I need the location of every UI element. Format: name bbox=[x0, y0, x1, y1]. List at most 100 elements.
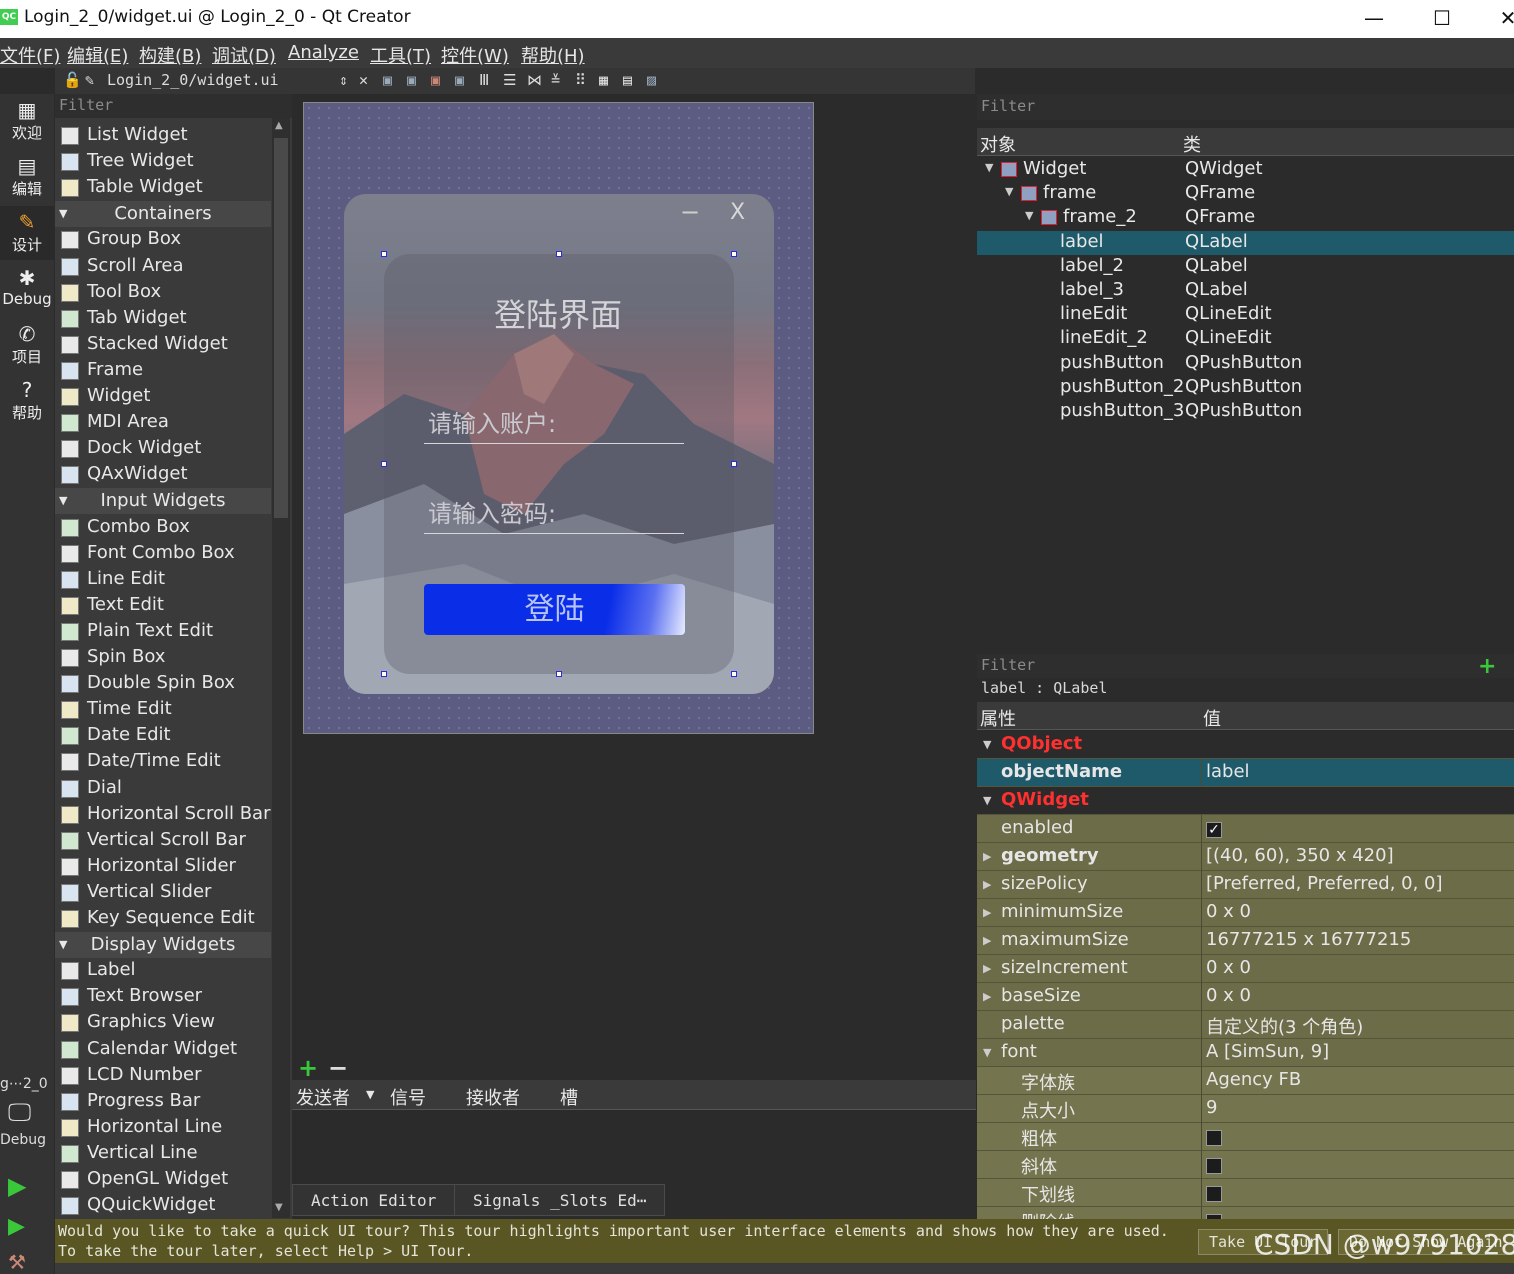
edit-buddies-icon[interactable]: ▣ bbox=[431, 71, 440, 89]
close-document-icon[interactable]: ✕ bbox=[359, 71, 368, 89]
account-line-edit[interactable]: 请输入账户: bbox=[424, 404, 684, 444]
combo-arrows-icon[interactable]: ⇕ bbox=[339, 71, 348, 89]
edit-signals-icon[interactable]: ▣ bbox=[407, 71, 416, 89]
widget-item[interactable]: Horizontal Line bbox=[55, 1115, 271, 1141]
collapse-arrow-icon[interactable]: ▼ bbox=[59, 488, 67, 513]
layout-horizontal-icon[interactable]: Ⅲ bbox=[479, 71, 489, 89]
add-connection-icon[interactable]: + bbox=[298, 1054, 318, 1082]
selection-handle[interactable] bbox=[381, 461, 387, 467]
widget-item[interactable]: Text Browser bbox=[55, 984, 271, 1010]
property-group[interactable]: ▼ QWidget bbox=[977, 787, 1514, 815]
menu-analyze[interactable]: Analyze bbox=[288, 42, 359, 63]
property-value[interactable]: A [SimSun, 9] bbox=[1201, 1039, 1514, 1067]
widget-item[interactable]: Widget bbox=[55, 384, 271, 410]
widget-item[interactable]: Vertical Scroll Bar bbox=[55, 828, 271, 854]
expand-arrow-icon[interactable]: ▶ bbox=[983, 934, 991, 947]
checkbox-icon[interactable] bbox=[1206, 1185, 1222, 1202]
widget-filter-input[interactable]: Filter bbox=[55, 94, 292, 118]
widget-item[interactable]: Graphics View bbox=[55, 1010, 271, 1036]
widget-item[interactable]: Vertical Line bbox=[55, 1141, 271, 1167]
object-filter-input[interactable]: Filter bbox=[977, 94, 1514, 120]
property-row[interactable]: ▶ maximumSize 16777215 x 16777215 bbox=[977, 927, 1514, 955]
mode-help[interactable]: ? 帮助 bbox=[0, 374, 54, 428]
menu-edit[interactable]: 编辑(E) bbox=[67, 42, 128, 68]
widget-item[interactable]: Text Edit bbox=[55, 593, 271, 619]
property-value[interactable]: 0 x 0 bbox=[1201, 983, 1514, 1011]
signal-slot-list[interactable] bbox=[292, 1110, 976, 1184]
property-value[interactable]: Agency FB bbox=[1201, 1067, 1514, 1095]
login-title-label[interactable]: 登陆界面 bbox=[494, 290, 622, 336]
expand-arrow-icon[interactable]: ▼ bbox=[1005, 185, 1013, 198]
menu-tools[interactable]: 工具(T) bbox=[370, 42, 431, 68]
selection-handle[interactable] bbox=[381, 251, 387, 257]
widget-item[interactable]: Line Edit bbox=[55, 567, 271, 593]
col-object[interactable]: 对象 bbox=[980, 131, 1016, 157]
object-row[interactable]: ▼ frame QFrame bbox=[977, 182, 1514, 206]
debug-run-icon[interactable]: ▶ bbox=[8, 1214, 25, 1239]
widget-item[interactable]: Horizontal Slider bbox=[55, 854, 271, 880]
col-value[interactable]: 值 bbox=[1203, 705, 1221, 731]
widget-item[interactable]: Horizontal Scroll Bar bbox=[55, 802, 271, 828]
collapse-arrow-icon[interactable]: ▼ bbox=[59, 201, 67, 226]
property-value[interactable] bbox=[1201, 1151, 1514, 1179]
widget-item[interactable]: Group Box bbox=[55, 227, 271, 253]
remove-connection-icon[interactable]: − bbox=[328, 1054, 348, 1082]
checkbox-icon[interactable]: ✓ bbox=[1206, 821, 1222, 838]
widget-item[interactable]: Calendar Widget bbox=[55, 1037, 271, 1063]
scrollbar-thumb[interactable] bbox=[274, 138, 288, 518]
widget-item[interactable]: Stacked Widget bbox=[55, 332, 271, 358]
selection-handle[interactable] bbox=[381, 671, 387, 677]
widget-item[interactable]: Spin Box bbox=[55, 645, 271, 671]
widget-item[interactable]: Date Edit bbox=[55, 723, 271, 749]
layout-vertical-icon[interactable]: ☰ bbox=[503, 71, 516, 89]
expand-arrow-icon[interactable]: ▼ bbox=[983, 794, 991, 807]
form-minimize-button[interactable]: − bbox=[680, 198, 700, 226]
widget-item[interactable]: Key Sequence Edit bbox=[55, 906, 271, 932]
tab-action-editor[interactable]: Action Editor bbox=[292, 1184, 456, 1216]
selection-handle[interactable] bbox=[731, 671, 737, 677]
widget-item[interactable]: LCD Number bbox=[55, 1063, 271, 1089]
property-group[interactable]: ▼ QObject bbox=[977, 731, 1514, 759]
login-button[interactable]: 登陆 bbox=[424, 584, 685, 635]
widget-item[interactable]: Dock Widget bbox=[55, 436, 271, 462]
object-row[interactable]: label_2 QLabel bbox=[977, 255, 1514, 279]
col-signal[interactable]: 信号 bbox=[390, 1084, 426, 1110]
object-row[interactable]: ▼ Widget QWidget bbox=[977, 158, 1514, 182]
property-value[interactable]: 9 bbox=[1201, 1095, 1514, 1123]
property-row[interactable]: ▶ sizePolicy [Preferred, Preferred, 0, 0] bbox=[977, 871, 1514, 899]
expand-arrow-icon[interactable]: ▶ bbox=[983, 906, 991, 919]
menu-file[interactable]: 文件(F) bbox=[0, 42, 60, 68]
widget-item[interactable]: QAxWidget bbox=[55, 462, 271, 488]
layout-v-splitter-icon[interactable]: ≚ bbox=[551, 71, 560, 89]
widget-item[interactable]: Double Spin Box bbox=[55, 671, 271, 697]
widget-item[interactable]: Tool Box bbox=[55, 280, 271, 306]
menu-debug[interactable]: 调试(D) bbox=[212, 42, 276, 68]
property-row[interactable]: 点大小 9 bbox=[977, 1095, 1514, 1123]
property-row[interactable]: objectName label bbox=[977, 759, 1514, 787]
property-row[interactable]: palette 自定义的(3 个角色) bbox=[977, 1011, 1514, 1039]
property-row[interactable]: ▼ font A [SimSun, 9] bbox=[977, 1039, 1514, 1067]
tab-signals-slots-editor[interactable]: Signals _Slots Ed⋯ bbox=[454, 1184, 666, 1216]
adjust-size-icon[interactable]: ▨ bbox=[647, 71, 656, 89]
property-value[interactable]: 16777215 x 16777215 bbox=[1201, 927, 1514, 955]
property-value[interactable]: ✓ bbox=[1201, 815, 1514, 843]
object-row[interactable]: pushButton_2 QPushButton bbox=[977, 376, 1514, 400]
object-row[interactable]: label QLabel bbox=[977, 230, 1514, 255]
expand-arrow-icon[interactable]: ▶ bbox=[983, 962, 991, 975]
widget-item[interactable]: List Widget bbox=[55, 123, 271, 149]
widget-item[interactable]: Plain Text Edit bbox=[55, 619, 271, 645]
kit-selector[interactable]: g⋯2_0 🖵 Debug ▶ ▶ ⚒ bbox=[0, 1074, 54, 1274]
widget-item[interactable]: Time Edit bbox=[55, 697, 271, 723]
widget-item[interactable]: MDI Area bbox=[55, 410, 271, 436]
mode-design[interactable]: ✎ 设计 bbox=[0, 206, 54, 260]
password-line-edit[interactable]: 请输入密码: bbox=[424, 494, 684, 534]
expand-arrow-icon[interactable]: ▶ bbox=[983, 878, 991, 891]
property-row[interactable]: 斜体 bbox=[977, 1151, 1514, 1179]
col-property[interactable]: 属性 bbox=[980, 705, 1016, 731]
selection-handle[interactable] bbox=[731, 251, 737, 257]
break-layout-icon[interactable]: ▤ bbox=[623, 71, 632, 89]
widget-item[interactable]: Font Combo Box bbox=[55, 541, 271, 567]
expand-arrow-icon[interactable]: ▼ bbox=[983, 738, 991, 751]
property-value[interactable]: [Preferred, Preferred, 0, 0] bbox=[1201, 871, 1514, 899]
widget-item[interactable]: Tab Widget bbox=[55, 306, 271, 332]
